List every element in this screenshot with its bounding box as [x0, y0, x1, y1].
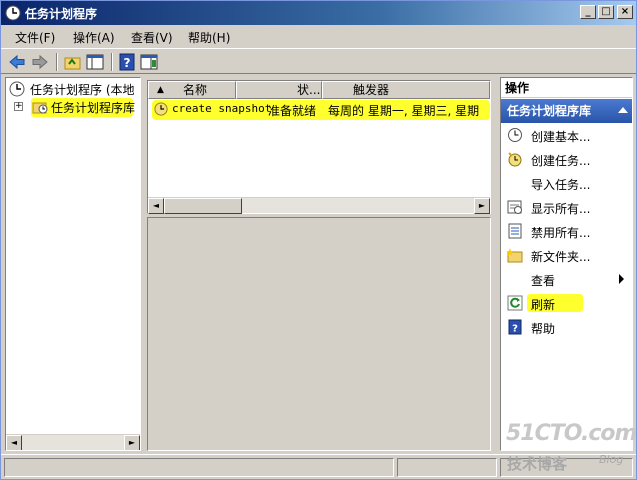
history-icon	[507, 223, 523, 239]
svg-text:?: ?	[512, 324, 518, 335]
watermark-blog: Blog	[599, 453, 624, 466]
create-task-icon	[507, 151, 523, 167]
tree-item-library[interactable]: + 任务计划程序库	[6, 98, 140, 117]
actions-group-header[interactable]: 任务计划程序库	[501, 99, 632, 123]
action-create-basic-task[interactable]: 创建基本...	[501, 123, 632, 147]
title-bar[interactable]: 任务计划程序 _ □ ×	[1, 1, 636, 25]
menu-help[interactable]: 帮助(H)	[188, 29, 230, 46]
help-icon[interactable]: ?	[117, 52, 137, 72]
column-status[interactable]: 状...	[236, 81, 322, 99]
scroll-left-button[interactable]: ◄	[148, 198, 164, 214]
menu-action[interactable]: 操作(A)	[73, 29, 115, 46]
scroll-right-button[interactable]: ►	[474, 198, 490, 214]
back-arrow-icon[interactable]	[7, 52, 27, 72]
show-hide-tree-icon[interactable]	[85, 52, 105, 72]
submenu-arrow-icon	[619, 274, 624, 284]
window-title: 任务计划程序	[25, 7, 98, 21]
action-refresh[interactable]: 刷新	[501, 291, 632, 315]
list-horizontal-scrollbar[interactable]: ◄ ►	[148, 197, 490, 214]
action-create-task[interactable]: 创建任务...	[501, 147, 632, 171]
task-name: create snapshot	[172, 102, 272, 115]
new-folder-icon	[506, 247, 523, 263]
collapse-up-icon[interactable]	[618, 107, 628, 113]
running-tasks-icon	[507, 199, 523, 215]
menu-bar: 文件(F) 操作(A) 查看(V) 帮助(H)	[1, 26, 636, 47]
help-icon: ?	[507, 319, 523, 335]
actions-pane: 操作 任务计划程序库 创建基本... 创建任务... 导入任务... 显示所有.…	[500, 77, 633, 451]
table-row[interactable]: create snapshot 准备就绪 每周的 星期一, 星期三, 星期	[152, 101, 488, 119]
sort-ascending-icon: ▲	[157, 85, 164, 95]
console-tree: 任务计划程序 (本地 + 任务计划程序库 ◄ ►	[5, 77, 141, 451]
column-name[interactable]: ▲ 名称	[148, 81, 236, 99]
show-hide-action-pane-icon[interactable]	[139, 52, 159, 72]
menu-file[interactable]: 文件(F)	[15, 29, 55, 46]
task-scheduler-window: 任务计划程序 _ □ × 文件(F) 操作(A) 查看(V) 帮助(H) ? 任…	[0, 0, 637, 480]
close-button[interactable]: ×	[617, 5, 633, 19]
clock-icon	[9, 81, 25, 97]
status-cell-main	[4, 458, 394, 477]
scrollbar-thumb[interactable]	[164, 198, 242, 214]
task-status: 准备就绪	[268, 104, 317, 118]
action-disable-all-history[interactable]: 禁用所有...	[501, 219, 632, 243]
toolbar-separator	[111, 53, 113, 71]
action-import-task[interactable]: 导入任务...	[501, 171, 632, 195]
task-detail-pane	[147, 217, 491, 451]
actions-title: 操作	[501, 78, 632, 98]
column-trigger[interactable]: 触发器	[322, 81, 490, 99]
tree-root-label: 任务计划程序 (本地	[30, 83, 135, 97]
svg-text:?: ?	[124, 56, 131, 70]
up-folder-icon[interactable]	[63, 52, 83, 72]
task-list: ▲ 名称 状... 触发器 create snapshot 准备就绪 每周的 星…	[147, 80, 491, 214]
action-help[interactable]: ? 帮助	[501, 315, 632, 339]
scroll-right-button[interactable]: ►	[124, 435, 140, 450]
toolbar: ?	[1, 48, 636, 74]
menu-view[interactable]: 查看(V)	[131, 29, 173, 46]
toolbar-separator	[56, 53, 58, 71]
task-folder-icon	[32, 99, 48, 115]
list-header: ▲ 名称 状... 触发器	[148, 81, 490, 99]
action-view[interactable]: 查看	[501, 267, 632, 291]
status-cell-secondary	[397, 458, 497, 477]
basic-task-icon	[507, 127, 523, 143]
maximize-button[interactable]: □	[598, 5, 614, 19]
watermark-logo: 51CTO.com	[506, 421, 637, 446]
refresh-icon	[507, 295, 523, 311]
scroll-left-button[interactable]: ◄	[6, 435, 22, 450]
task-trigger: 每周的 星期一, 星期三, 星期	[328, 104, 480, 118]
tree-library-label: 任务计划程序库	[51, 101, 136, 115]
tree-root[interactable]: 任务计划程序 (本地	[6, 80, 140, 98]
expand-toggle[interactable]: +	[14, 102, 23, 111]
minimize-button[interactable]: _	[580, 5, 596, 19]
task-clock-icon	[154, 102, 170, 118]
action-new-folder[interactable]: 新文件夹...	[501, 243, 632, 267]
clock-icon	[5, 5, 21, 21]
action-show-all-running[interactable]: 显示所有...	[501, 195, 632, 219]
tree-horizontal-scrollbar[interactable]: ◄ ►	[6, 434, 140, 450]
forward-arrow-icon[interactable]	[30, 52, 50, 72]
watermark-subtitle: 技术博客	[507, 455, 568, 473]
